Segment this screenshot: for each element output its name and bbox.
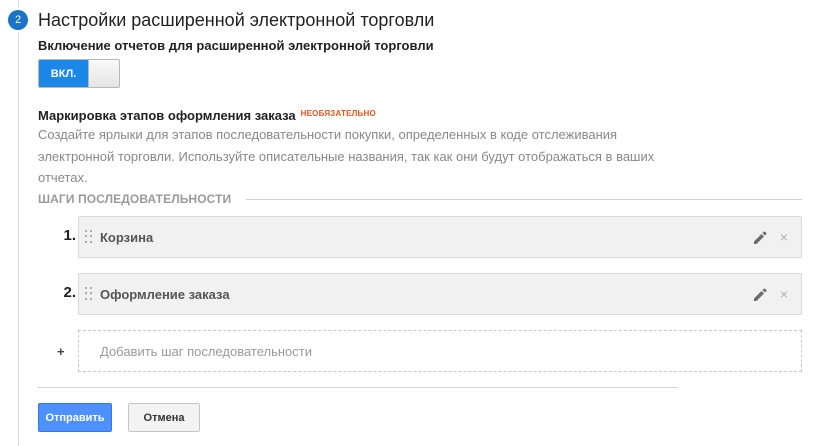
funnel-description: Создайте ярлыки для этапов последователь…: [38, 127, 655, 185]
cancel-button[interactable]: Отмена: [128, 403, 200, 432]
drag-handle-icon[interactable]: [85, 287, 93, 301]
reports-toggle-label: Включение отчетов для расширенной электр…: [38, 38, 434, 53]
submit-button[interactable]: Отправить: [38, 403, 112, 432]
step-number-badge: 2: [8, 10, 28, 30]
funnel-section-title: Маркировка этапов оформления заказа: [38, 108, 296, 123]
funnel-step-row[interactable]: Корзина ×: [78, 216, 802, 258]
reports-toggle[interactable]: ВКЛ.: [38, 59, 120, 88]
funnel-step-row[interactable]: Оформление заказа ×: [78, 273, 802, 315]
add-step-input[interactable]: Добавить шаг последовательности: [78, 330, 802, 372]
ecommerce-settings-page: 2 Настройки расширенной электронной торг…: [0, 0, 816, 446]
add-step-plus-icon[interactable]: +: [57, 344, 65, 359]
funnel-section-label: Маркировка этапов оформления заказа НЕОБЯ…: [38, 108, 376, 123]
progress-line: [18, 0, 19, 446]
page-title: Настройки расширенной электронной торгов…: [38, 10, 435, 30]
optional-badge: НЕОБЯЗАТЕЛЬНО: [300, 109, 376, 118]
drag-handle-icon[interactable]: [85, 230, 93, 244]
toggle-on-label: ВКЛ.: [39, 60, 88, 87]
close-icon[interactable]: ×: [778, 285, 790, 303]
steps-heading: ШАГИ ПОСЛЕДОВАТЕЛЬНОСТИ: [38, 192, 232, 206]
toggle-knob: [88, 60, 119, 87]
funnel-step-name: Корзина: [100, 230, 154, 245]
step-number: 1.: [63, 227, 76, 244]
step-number: 2.: [63, 284, 76, 301]
pencil-icon[interactable]: [752, 230, 768, 246]
steps-heading-divider: [246, 199, 802, 200]
funnel-step-name: Оформление заказа: [100, 287, 230, 302]
pencil-icon[interactable]: [752, 287, 768, 303]
close-icon[interactable]: ×: [778, 228, 790, 246]
add-step-placeholder: Добавить шаг последовательности: [100, 344, 312, 359]
footer-divider: [38, 387, 678, 388]
